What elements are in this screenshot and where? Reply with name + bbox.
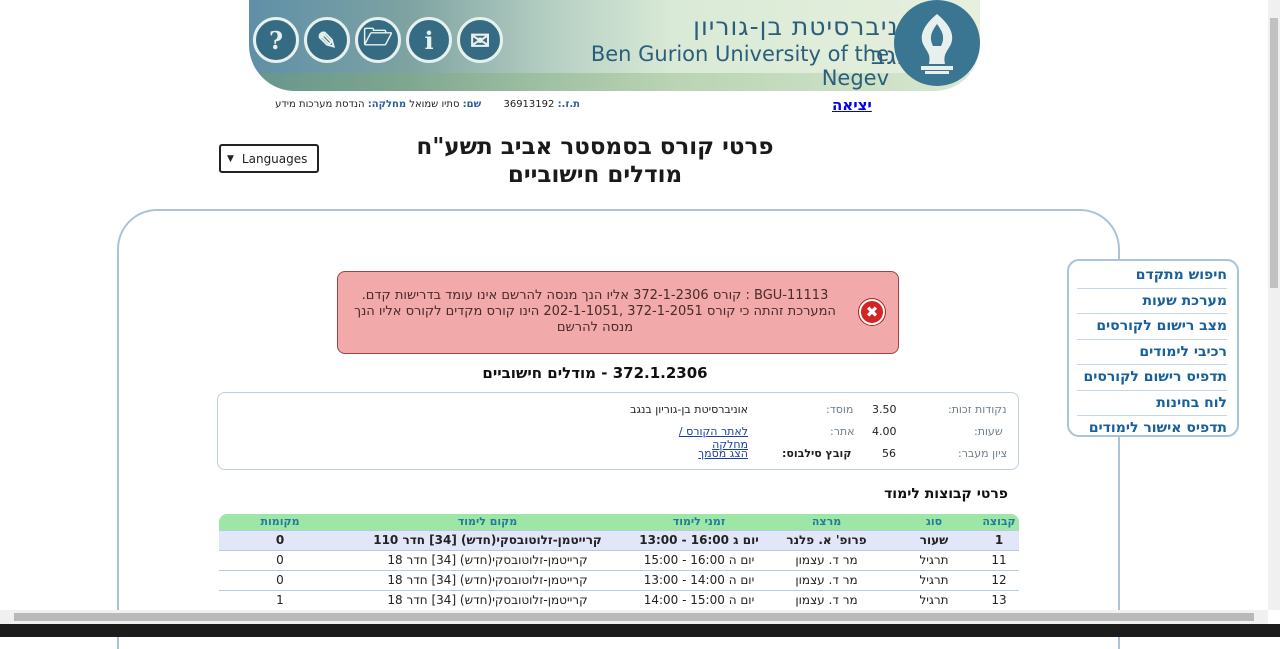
course-info-box: נקודות זכות: 3.50 שעות: 4.00 ציון מעבר: …: [217, 392, 1019, 470]
hours-value: 4.00: [872, 425, 897, 438]
university-name-english: Ben Gurion University of the Negev: [590, 42, 889, 90]
cell-group: 11: [979, 549, 1019, 570]
col-group: קבוצה: [979, 514, 1019, 530]
languages-label: Languages: [241, 151, 308, 166]
course-title: מודלים חישוביים: [507, 162, 683, 188]
cell-lecturer: מר ד. עצמון: [764, 549, 889, 570]
course-heading: 372.1.2306 - מודלים חישוביים: [482, 364, 708, 382]
user-info-bar: ת.ז.: 36913192 שם: סתיו שמואל מחלקה: הנד…: [270, 99, 580, 110]
cell-location: קרייטמן-זלוטובסקי(חדש) [34] חדר 110: [341, 529, 634, 550]
help-icon[interactable]: ?: [253, 17, 299, 63]
menu-study-certificate[interactable]: תדפיס אישור לימודים: [1077, 416, 1227, 442]
page-title: פרטי קורס בסמסטר אביב תשע"ח: [416, 134, 774, 160]
cell-times: יום ה 15:00 - 14:00: [634, 589, 764, 610]
university-logo: [894, 0, 980, 86]
info-icon[interactable]: i: [406, 17, 452, 63]
error-line-2: המערכת זהתה כי קורס 372-1-2051 ,202-1-10…: [354, 304, 836, 335]
horizontal-scrollbar[interactable]: [0, 610, 1268, 624]
folder-icon[interactable]: 🗁: [355, 17, 401, 63]
cell-times: יום ג 16:00 - 13:00: [634, 529, 764, 550]
name-value: סתיו שמואל: [409, 99, 460, 110]
edit-icon[interactable]: ✎: [304, 17, 350, 63]
name-label: שם:: [462, 99, 482, 110]
vertical-scrollbar[interactable]: [1268, 0, 1280, 610]
cell-seats: 1: [219, 589, 341, 610]
cell-location: קרייטמן-זלוטובסקי(חדש) [34] חדר 18: [341, 569, 634, 590]
horizontal-scrollbar-thumb[interactable]: [14, 613, 1254, 621]
col-times: זמני לימוד: [634, 514, 764, 530]
institution-value: אוניברסיטת בן-גוריון בנגב: [630, 403, 748, 416]
error-icon: ✖: [859, 299, 885, 325]
vertical-scrollbar-thumb[interactable]: [1270, 18, 1278, 288]
os-taskbar: [0, 624, 1280, 637]
groups-title: פרטי קבוצות לימוד: [884, 486, 1008, 502]
side-menu: חיפוש מתקדם מערכת שעות מצב רישום לקורסים…: [1067, 259, 1239, 437]
exit-link[interactable]: יציאה: [832, 96, 872, 114]
error-message: BGU-11113 : קורס 372-1-2306 אליו הנך מנס…: [337, 271, 899, 354]
col-type: סוג: [889, 514, 979, 530]
menu-timetable[interactable]: מערכת שעות: [1077, 289, 1227, 314]
hours-label: שעות:: [974, 425, 1003, 438]
dept-label: מחלקה:: [367, 99, 407, 110]
table-row[interactable]: 11 תרגיל מר ד. עצמון יום ה 16:00 - 15:00…: [219, 549, 1019, 570]
cell-type: תרגיל: [889, 589, 979, 610]
cell-type: תרגיל: [889, 549, 979, 570]
id-label: ת.ז.:: [557, 99, 580, 110]
languages-dropdown[interactable]: ▼ Languages: [219, 144, 319, 173]
pass-grade-label: ציון מעבר:: [958, 447, 1008, 460]
error-line-1: BGU-11113 : קורס 372-1-2306 אליו הנך מנס…: [361, 288, 829, 303]
credits-label: נקודות זכות:: [948, 403, 1007, 416]
col-lecturer: מרצה: [764, 514, 889, 530]
cell-lecturer: פרופ' א. פלנר: [764, 529, 889, 550]
cell-group: 12: [979, 569, 1019, 590]
menu-registration-status[interactable]: מצב רישום לקורסים: [1077, 314, 1227, 340]
syllabus-label: קובץ סילבוס:: [782, 447, 852, 460]
cell-group: 13: [979, 589, 1019, 610]
col-location: מקום לימוד: [341, 514, 634, 530]
cell-type: שעור: [889, 529, 979, 550]
mail-icon[interactable]: ✉: [457, 17, 503, 63]
menu-exam-schedule[interactable]: לוח בחינות: [1077, 391, 1227, 416]
cell-lecturer: מר ד. עצמון: [764, 569, 889, 590]
cell-times: יום ה 16:00 - 15:00: [634, 549, 764, 570]
menu-registration-printout[interactable]: תדפיס רישום לקורסים: [1077, 365, 1227, 391]
menu-advanced-search[interactable]: חיפוש מתקדם: [1077, 263, 1227, 289]
cell-times: יום ה 14:00 - 13:00: [634, 569, 764, 590]
table-row[interactable]: 12 תרגיל מר ד. עצמון יום ה 14:00 - 13:00…: [219, 569, 1019, 590]
cell-seats: 0: [219, 569, 341, 590]
cell-location: קרייטמן-זלוטובסקי(חדש) [34] חדר 18: [341, 549, 634, 570]
col-seats: מקומות: [219, 514, 341, 530]
table-row[interactable]: 1 שעור פרופ' א. פלנר יום ג 16:00 - 13:00…: [219, 529, 1019, 550]
cell-type: תרגיל: [889, 569, 979, 590]
groups-table: קבוצה סוג מרצה זמני לימוד מקום לימוד מקו…: [219, 514, 1019, 610]
table-header-row: קבוצה סוג מרצה זמני לימוד מקום לימוד מקו…: [219, 514, 1019, 530]
cell-seats: 0: [219, 529, 341, 550]
dept-value: הנדסת מערכות מידע: [275, 99, 365, 110]
id-value: 36913192: [503, 99, 555, 110]
chevron-down-icon: ▼: [227, 153, 234, 164]
site-label: אתר:: [830, 425, 855, 438]
institution-label: מוסד:: [826, 403, 854, 416]
syllabus-link[interactable]: הצג מסמך: [688, 447, 748, 460]
cell-lecturer: מר ד. עצמון: [764, 589, 889, 610]
header-banner: ? ✎ 🗁 i ✉ אוניברסיטת בן-גוריון בנגב Ben …: [249, 0, 980, 91]
cell-seats: 0: [219, 549, 341, 570]
cell-group: 1: [979, 529, 1019, 550]
credits-value: 3.50: [872, 403, 897, 416]
menu-study-components[interactable]: רכיבי לימודים: [1077, 340, 1227, 365]
pass-grade-value: 56: [882, 447, 896, 460]
cell-location: קרייטמן-זלוטובסקי(חדש) [34] חדר 18: [341, 589, 634, 610]
table-row[interactable]: 13 תרגיל מר ד. עצמון יום ה 15:00 - 14:00…: [219, 589, 1019, 610]
